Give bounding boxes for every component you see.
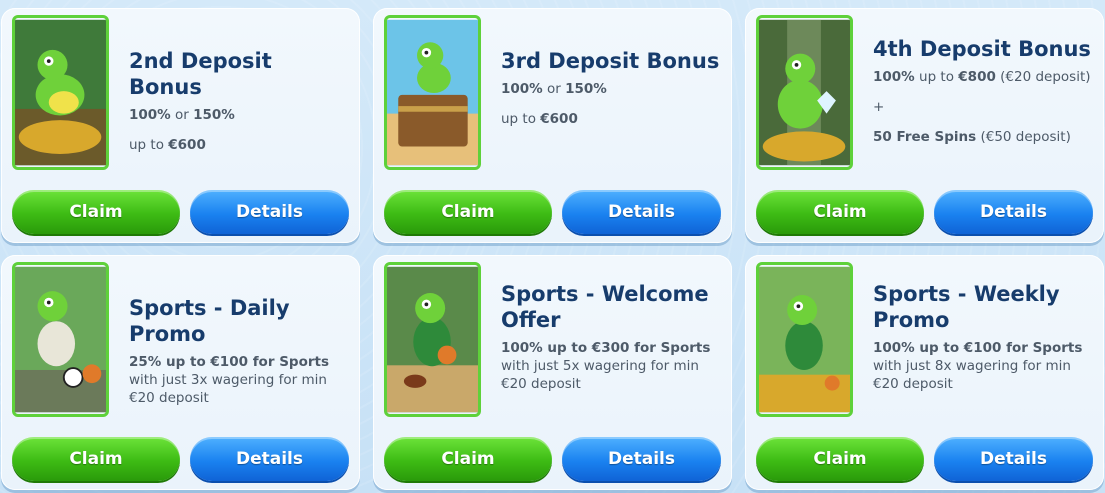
claim-button[interactable]: Claim — [384, 437, 552, 481]
card-description: 100% up to €100 for Sports with just 8x … — [873, 340, 1083, 392]
promo-grid: 2nd Deposit Bonus 100% or 150% up to €60… — [0, 8, 1105, 490]
claim-button[interactable]: Claim — [756, 190, 924, 234]
card-info: Sports - Welcome Offer 100% up to €300 f… — [501, 281, 720, 393]
details-button[interactable]: Details — [934, 437, 1093, 481]
details-button[interactable]: Details — [562, 190, 721, 234]
details-button[interactable]: Details — [934, 190, 1093, 234]
card-description: 100% up to €300 for Sports with just 5x … — [501, 340, 711, 392]
chameleon-jersey-icon — [756, 262, 853, 417]
card-title: 3rd Deposit Bonus — [501, 49, 720, 73]
card-title: Sports - Welcome Offer — [501, 282, 709, 332]
claim-button[interactable]: Claim — [12, 437, 180, 481]
card-info: Sports - Weekly Promo 100% up to €100 fo… — [873, 281, 1092, 393]
claim-button[interactable]: Claim — [12, 190, 180, 234]
card-rate: 100% or 150% — [129, 107, 235, 123]
chameleon-basketball-icon — [384, 262, 481, 417]
chameleon-football-icon — [12, 262, 109, 417]
promo-card-4th-deposit: 4th Deposit Bonus 100% up to €800 (€20 d… — [745, 8, 1104, 243]
promo-card-sports-welcome: Sports - Welcome Offer 100% up to €300 f… — [373, 255, 732, 490]
card-max: up to €600 — [129, 137, 206, 153]
promo-card-sports-weekly: Sports - Weekly Promo 100% up to €100 fo… — [745, 255, 1104, 490]
card-spins: 50 Free Spins (€50 deposit) — [873, 129, 1071, 145]
details-button[interactable]: Details — [190, 437, 349, 481]
card-plus: + — [873, 99, 885, 115]
card-info: 3rd Deposit Bonus 100% or 150% up to €60… — [501, 48, 720, 128]
claim-button[interactable]: Claim — [756, 437, 924, 481]
promo-card-2nd-deposit: 2nd Deposit Bonus 100% or 150% up to €60… — [1, 8, 360, 243]
card-info: 4th Deposit Bonus 100% up to €800 (€20 d… — [873, 36, 1092, 146]
card-max: up to €600 — [501, 111, 578, 127]
claim-button[interactable]: Claim — [384, 190, 552, 234]
card-rate: 100% up to €800 (€20 deposit) — [873, 69, 1091, 85]
card-title: Sports - Weekly Promo — [873, 282, 1060, 332]
card-title: 2nd Deposit Bonus — [129, 49, 272, 99]
card-rate: 100% or 150% — [501, 81, 607, 97]
card-title: 4th Deposit Bonus — [873, 37, 1091, 61]
card-info: Sports - Daily Promo 25% up to €100 for … — [129, 295, 348, 407]
card-description: 25% up to €100 for Sports with just 3x w… — [129, 354, 330, 406]
chameleon-diamond-icon — [756, 15, 853, 170]
chameleon-treasure-chest-icon — [384, 15, 481, 170]
card-title: Sports - Daily Promo — [129, 296, 290, 346]
promo-card-sports-daily: Sports - Daily Promo 25% up to €100 for … — [1, 255, 360, 490]
details-button[interactable]: Details — [562, 437, 721, 481]
card-info: 2nd Deposit Bonus 100% or 150% up to €60… — [129, 48, 348, 154]
promo-card-3rd-deposit: 3rd Deposit Bonus 100% or 150% up to €60… — [373, 8, 732, 243]
details-button[interactable]: Details — [190, 190, 349, 234]
chameleon-on-coins-icon — [12, 15, 109, 170]
